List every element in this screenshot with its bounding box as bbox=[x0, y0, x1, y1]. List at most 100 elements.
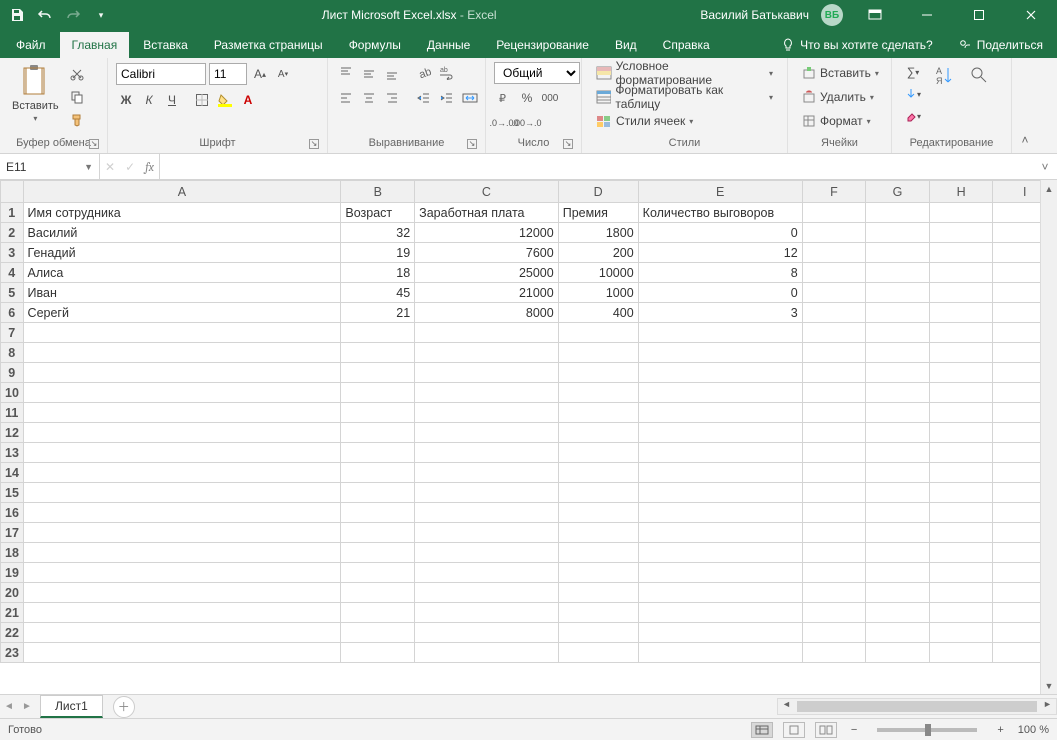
cell-F2[interactable] bbox=[802, 223, 866, 243]
cell-G16[interactable] bbox=[866, 503, 930, 523]
cell-H1[interactable] bbox=[929, 203, 993, 223]
cell-G20[interactable] bbox=[866, 583, 930, 603]
row-header[interactable]: 22 bbox=[1, 623, 24, 643]
cell-D4[interactable]: 10000 bbox=[558, 263, 638, 283]
cell-H11[interactable] bbox=[929, 403, 993, 423]
cell-A21[interactable] bbox=[23, 603, 341, 623]
cell-B16[interactable] bbox=[341, 503, 415, 523]
cell-C12[interactable] bbox=[415, 423, 559, 443]
cell-B11[interactable] bbox=[341, 403, 415, 423]
cell-F6[interactable] bbox=[802, 303, 866, 323]
cell-C22[interactable] bbox=[415, 623, 559, 643]
row-header[interactable]: 2 bbox=[1, 223, 24, 243]
cell-H10[interactable] bbox=[929, 383, 993, 403]
cell-B4[interactable]: 18 bbox=[341, 263, 415, 283]
cell-H15[interactable] bbox=[929, 483, 993, 503]
cell-D13[interactable] bbox=[558, 443, 638, 463]
cell-C14[interactable] bbox=[415, 463, 559, 483]
dialog-launcher-icon[interactable]: ↘ bbox=[89, 139, 99, 149]
cell-A15[interactable] bbox=[23, 483, 341, 503]
cell-A20[interactable] bbox=[23, 583, 341, 603]
page-layout-view-icon[interactable] bbox=[783, 722, 805, 738]
cell-G7[interactable] bbox=[866, 323, 930, 343]
cell-E1[interactable]: Количество выговоров bbox=[638, 203, 802, 223]
tab-file[interactable]: Файл bbox=[4, 32, 58, 58]
cell-E22[interactable] bbox=[638, 623, 802, 643]
font-color-icon[interactable]: A bbox=[238, 90, 258, 110]
scroll-right-icon[interactable]: ► bbox=[1039, 699, 1056, 714]
sheet-nav-prev-icon[interactable]: ◄ bbox=[0, 701, 18, 712]
cell-C9[interactable] bbox=[415, 363, 559, 383]
row-header[interactable]: 20 bbox=[1, 583, 24, 603]
col-header-G[interactable]: G bbox=[866, 181, 930, 203]
cell-G5[interactable] bbox=[866, 283, 930, 303]
row-header[interactable]: 15 bbox=[1, 483, 24, 503]
col-header-C[interactable]: C bbox=[415, 181, 559, 203]
col-header-B[interactable]: B bbox=[341, 181, 415, 203]
cell-E17[interactable] bbox=[638, 523, 802, 543]
cell-D22[interactable] bbox=[558, 623, 638, 643]
cell-H21[interactable] bbox=[929, 603, 993, 623]
cell-A2[interactable]: Василий bbox=[23, 223, 341, 243]
share-button[interactable]: Поделиться bbox=[945, 32, 1057, 58]
cell-F20[interactable] bbox=[802, 583, 866, 603]
fill-color-icon[interactable] bbox=[215, 90, 235, 110]
tab-рецензирование[interactable]: Рецензирование bbox=[484, 32, 601, 58]
cell-H16[interactable] bbox=[929, 503, 993, 523]
cell-G10[interactable] bbox=[866, 383, 930, 403]
dialog-launcher-icon[interactable]: ↘ bbox=[563, 139, 573, 149]
cell-F16[interactable] bbox=[802, 503, 866, 523]
cell-E16[interactable] bbox=[638, 503, 802, 523]
cell-A10[interactable] bbox=[23, 383, 341, 403]
cell-A19[interactable] bbox=[23, 563, 341, 583]
cell-G22[interactable] bbox=[866, 623, 930, 643]
cell-G21[interactable] bbox=[866, 603, 930, 623]
cell-H14[interactable] bbox=[929, 463, 993, 483]
cell-G19[interactable] bbox=[866, 563, 930, 583]
row-header[interactable]: 14 bbox=[1, 463, 24, 483]
cell-C3[interactable]: 7600 bbox=[415, 243, 559, 263]
cell-E7[interactable] bbox=[638, 323, 802, 343]
orientation-icon[interactable]: ab bbox=[414, 63, 434, 83]
cell-B10[interactable] bbox=[341, 383, 415, 403]
zoom-out-icon[interactable]: − bbox=[847, 724, 861, 736]
cell-D9[interactable] bbox=[558, 363, 638, 383]
merge-center-icon[interactable] bbox=[460, 88, 480, 108]
qat-customize-icon[interactable]: ▾ bbox=[92, 6, 110, 24]
cell-A16[interactable] bbox=[23, 503, 341, 523]
row-header[interactable]: 1 bbox=[1, 203, 24, 223]
cell-E5[interactable]: 0 bbox=[638, 283, 802, 303]
cell-G15[interactable] bbox=[866, 483, 930, 503]
cell-F4[interactable] bbox=[802, 263, 866, 283]
scroll-down-icon[interactable]: ▼ bbox=[1041, 677, 1057, 694]
autosum-icon[interactable]: ∑ ▾ bbox=[900, 62, 926, 82]
cell-A6[interactable]: Серегй bbox=[23, 303, 341, 323]
cell-F11[interactable] bbox=[802, 403, 866, 423]
cell-H7[interactable] bbox=[929, 323, 993, 343]
minimize-icon[interactable] bbox=[907, 0, 947, 30]
tab-главная[interactable]: Главная bbox=[60, 32, 130, 58]
cell-H3[interactable] bbox=[929, 243, 993, 263]
cell-C20[interactable] bbox=[415, 583, 559, 603]
cell-D20[interactable] bbox=[558, 583, 638, 603]
cell-C10[interactable] bbox=[415, 383, 559, 403]
row-header[interactable]: 9 bbox=[1, 363, 24, 383]
expand-formula-bar-icon[interactable]: ˅ bbox=[1033, 154, 1057, 179]
cell-B2[interactable]: 32 bbox=[341, 223, 415, 243]
tab-разметка страницы[interactable]: Разметка страницы bbox=[202, 32, 335, 58]
dialog-launcher-icon[interactable]: ↘ bbox=[467, 139, 477, 149]
tab-вставка[interactable]: Вставка bbox=[131, 32, 200, 58]
cell-H23[interactable] bbox=[929, 643, 993, 663]
cell-F23[interactable] bbox=[802, 643, 866, 663]
cell-E14[interactable] bbox=[638, 463, 802, 483]
cell-A8[interactable] bbox=[23, 343, 341, 363]
align-bottom-icon[interactable] bbox=[382, 63, 402, 83]
cell-H18[interactable] bbox=[929, 543, 993, 563]
sheet-nav-next-icon[interactable]: ► bbox=[18, 701, 36, 712]
cell-H8[interactable] bbox=[929, 343, 993, 363]
cell-D10[interactable] bbox=[558, 383, 638, 403]
align-center-icon[interactable] bbox=[359, 88, 379, 108]
increase-decimal-icon[interactable]: .0→.00 bbox=[494, 113, 514, 133]
cell-F21[interactable] bbox=[802, 603, 866, 623]
ribbon-display-options-icon[interactable] bbox=[855, 0, 895, 30]
